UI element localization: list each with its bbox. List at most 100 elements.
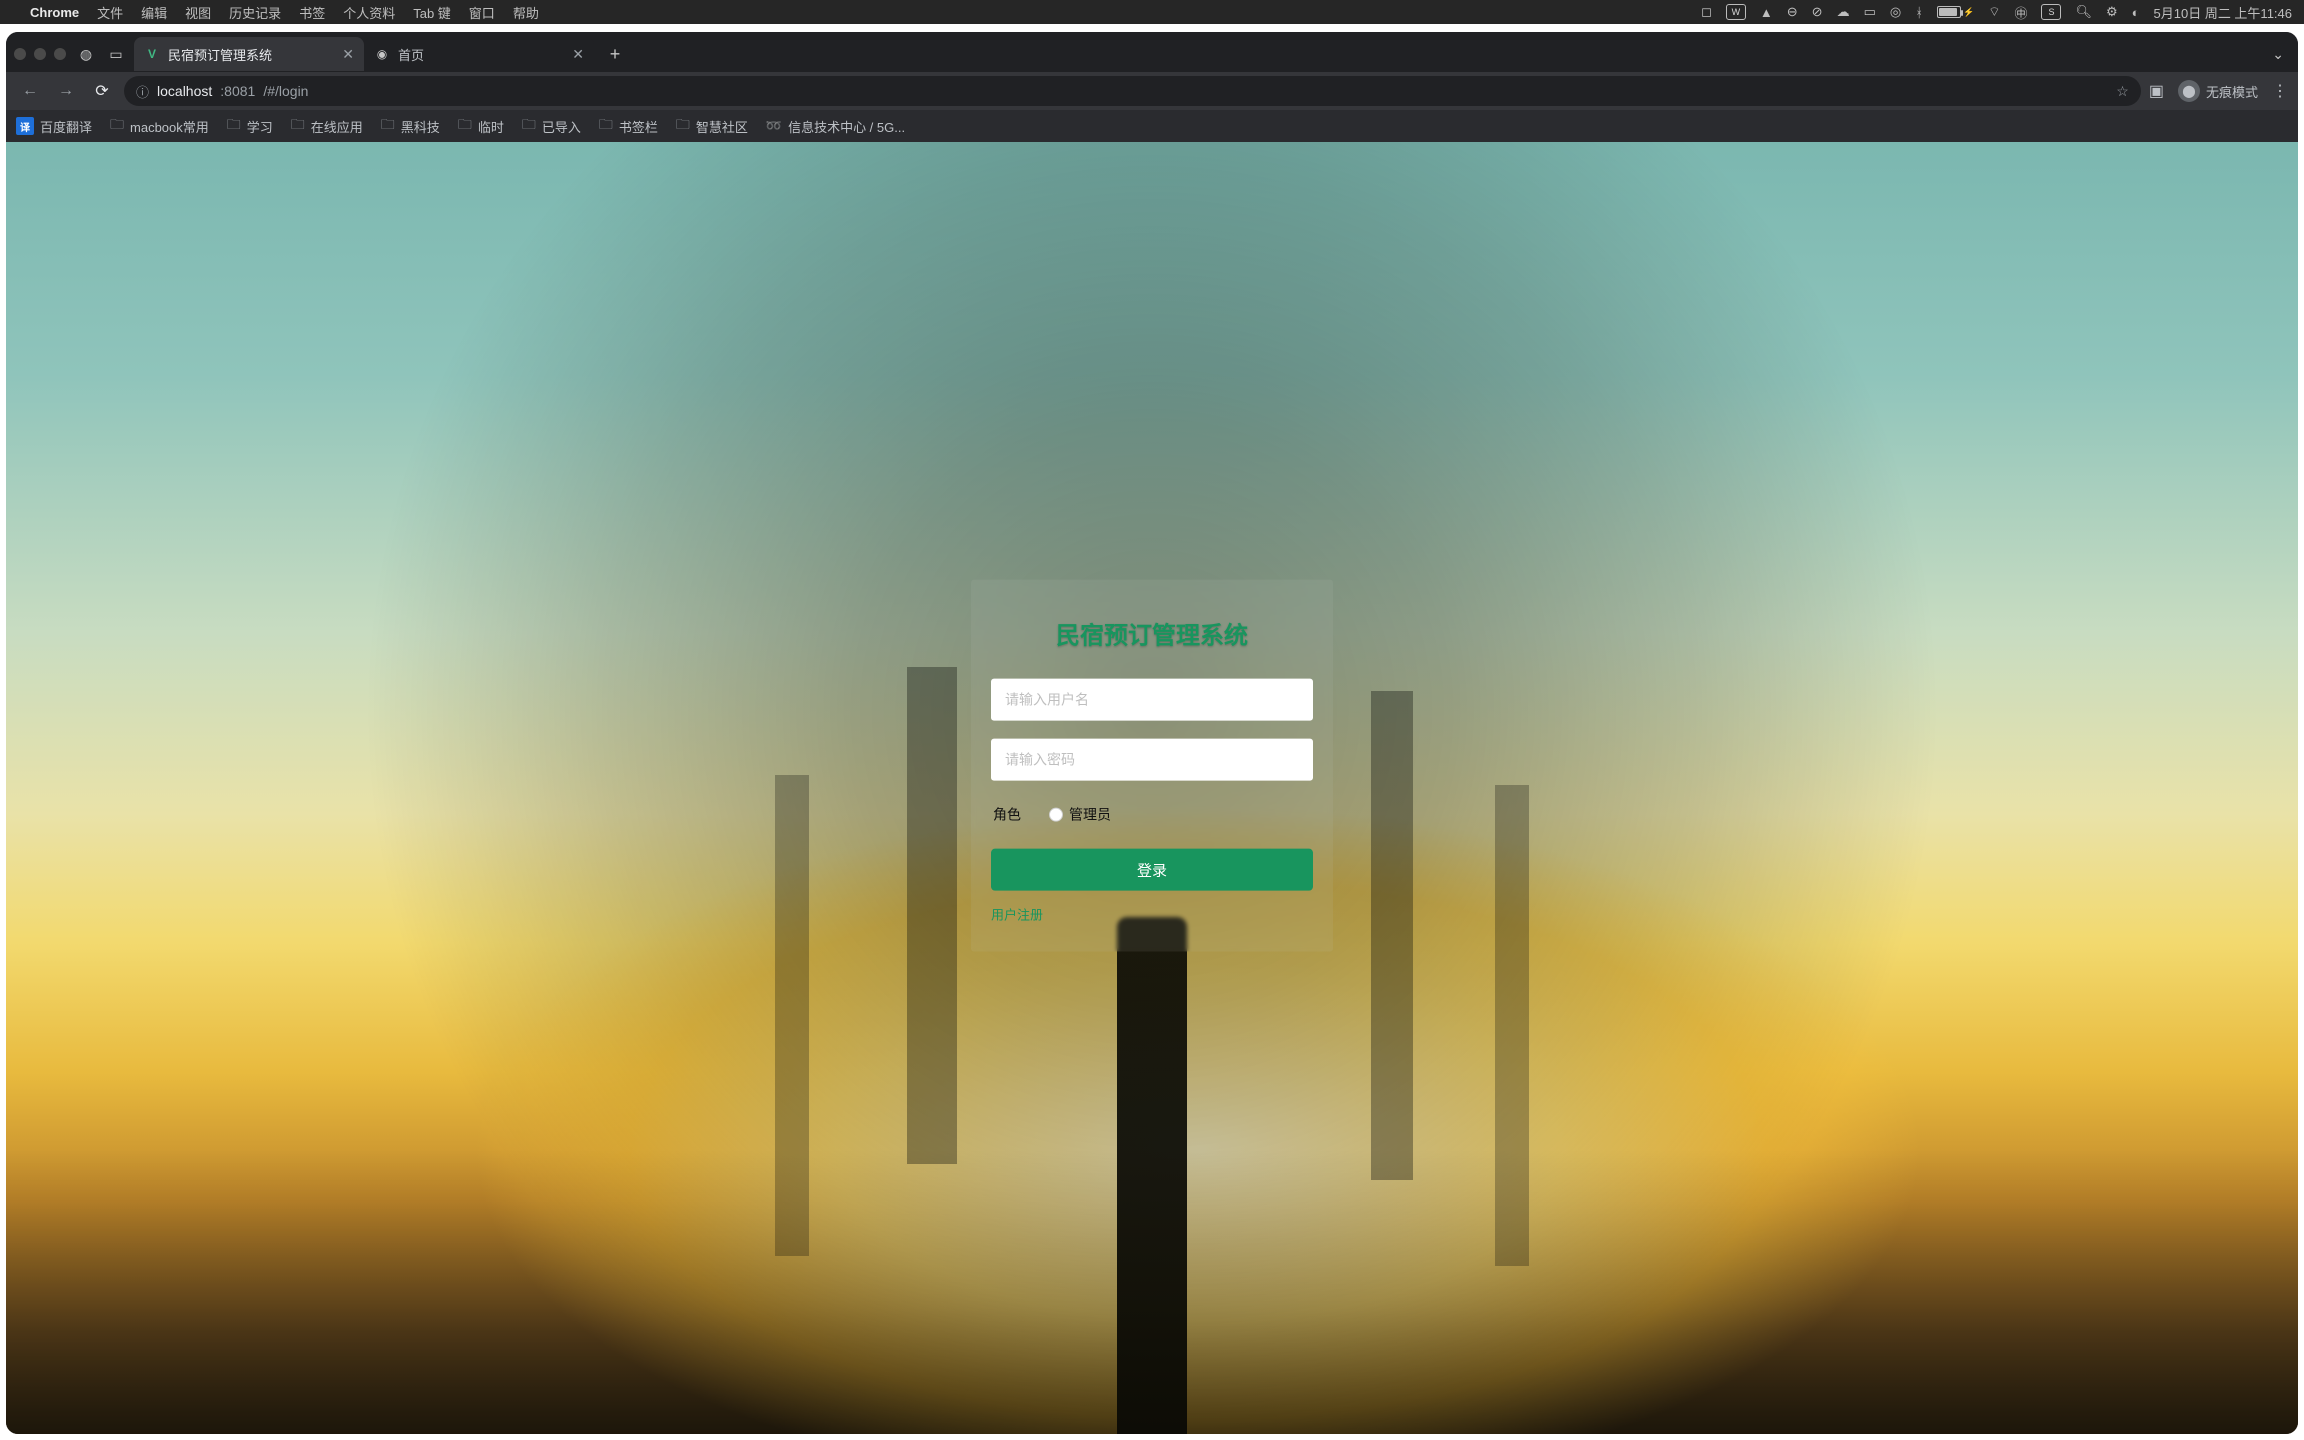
tray-app-icon-1[interactable]: ◻︎ — [1701, 4, 1712, 20]
site-info-icon[interactable]: ⓘ — [136, 82, 149, 101]
menu-file[interactable]: 文件 — [97, 3, 123, 22]
address-port: :8081 — [220, 83, 255, 99]
menu-view[interactable]: 视图 — [185, 3, 211, 22]
bookmark-label: 智慧社区 — [696, 117, 748, 136]
menu-profile[interactable]: 个人资料 — [343, 3, 395, 22]
folder-icon: 🗀 — [599, 114, 613, 138]
tab-strip: ◍ ▭ V 民宿预订管理系统 ✕ ◉ 首页 ✕ + ⌄ — [6, 32, 2298, 72]
nav-reload-button[interactable]: ⟳ — [88, 77, 116, 105]
menubar-app-name[interactable]: Chrome — [30, 5, 79, 20]
tray-app-icon-2[interactable]: W — [1726, 4, 1746, 20]
incognito-indicator[interactable]: ⬤ 无痕模式 — [2178, 80, 2258, 102]
page-viewport: 民宿预订管理系统 角色 管理员 登录 用户注册 — [6, 142, 2298, 1434]
tab-search-icon[interactable]: ▭ — [106, 44, 126, 64]
tray-siri-icon[interactable]: ◐ — [2132, 5, 2140, 20]
tray-app-icon-6[interactable]: ☁︎ — [1837, 4, 1850, 20]
tab-close-button[interactable]: ✕ — [342, 46, 354, 63]
tabs-dropdown-button[interactable]: ⌄ — [2272, 46, 2290, 63]
address-host: localhost — [157, 83, 212, 99]
folder-icon: 🗀 — [522, 114, 536, 138]
bookmark-folder[interactable]: 🗀 智慧社区 — [676, 114, 748, 138]
tray-bluetooth-icon[interactable]: ᚼ — [1915, 5, 1923, 20]
folder-icon: 🗀 — [291, 114, 305, 138]
incognito-icon: ◍ — [76, 44, 96, 64]
window-controls — [14, 48, 66, 60]
bookmarks-bar: 译 百度翻译 🗀macbook常用 🗀学习 🗀在线应用 🗀黑科技 🗀临时 🗀已导… — [6, 110, 2298, 142]
vue-favicon-icon: V — [144, 46, 160, 62]
window-zoom-button[interactable] — [54, 48, 66, 60]
bookmark-label: 黑科技 — [401, 117, 440, 136]
menu-edit[interactable]: 编辑 — [141, 3, 167, 22]
bookmark-link[interactable]: ➿信息技术中心 / 5G... — [766, 117, 905, 136]
side-panel-icon[interactable]: ▣ — [2149, 81, 2164, 101]
bookmark-label: 书签栏 — [619, 117, 658, 136]
folder-icon: 🗀 — [227, 114, 241, 138]
bookmark-item[interactable]: 译 百度翻译 — [16, 117, 92, 136]
menubar-clock[interactable]: 5月10日 周二 上午11:46 — [2154, 3, 2292, 22]
globe-favicon-icon: ◉ — [374, 46, 390, 62]
radio-icon — [1049, 808, 1063, 822]
tray-battery-icon[interactable]: ⚡ — [1937, 6, 1974, 18]
new-tab-button[interactable]: + — [600, 39, 630, 69]
tray-app-icon-4[interactable]: ⊖ — [1787, 4, 1798, 20]
menu-window[interactable]: 窗口 — [469, 3, 495, 22]
address-path: /#/login — [263, 83, 308, 99]
tab-inactive[interactable]: ◉ 首页 ✕ — [364, 37, 594, 71]
window-close-button[interactable] — [14, 48, 26, 60]
bookmark-folder[interactable]: 🗀已导入 — [522, 114, 581, 138]
incognito-label: 无痕模式 — [2206, 82, 2258, 101]
tray-control-center-icon[interactable]: ⚙︎ — [2106, 4, 2118, 20]
login-submit-button[interactable]: 登录 — [991, 849, 1313, 891]
menu-history[interactable]: 历史记录 — [229, 3, 281, 22]
folder-icon: 🗀 — [381, 114, 395, 138]
bookmark-star-icon[interactable]: ☆ — [2116, 83, 2129, 100]
tray-screen-mirror-icon[interactable]: ▭ — [1864, 4, 1876, 20]
tab-title: 民宿预订管理系统 — [168, 45, 272, 64]
bookmark-label: 学习 — [247, 117, 273, 136]
bookmark-folder[interactable]: 🗀 黑科技 — [381, 114, 440, 138]
browser-toolbar: ← → ⟳ ⓘ localhost :8081 /#/login ☆ ▣ ⬤ 无痕模… — [6, 72, 2298, 110]
tray-spotlight-icon[interactable]: 🔍︎ — [2075, 4, 2092, 20]
login-title: 民宿预订管理系统 — [991, 616, 1313, 651]
tray-wifi-icon[interactable]: ⌔ — [1988, 4, 2000, 20]
bookmark-label: 信息技术中心 / 5G... — [788, 117, 905, 136]
tray-app-icon-5[interactable]: ⊘ — [1812, 4, 1823, 20]
nav-forward-button[interactable]: → — [52, 77, 80, 105]
macos-menubar: Chrome 文件 编辑 视图 历史记录 书签 个人资料 Tab 键 窗口 帮助… — [0, 0, 2304, 24]
translate-badge-icon: 译 — [16, 117, 34, 135]
bookmark-folder[interactable]: 🗀临时 — [458, 114, 504, 138]
nav-back-button[interactable]: ← — [16, 77, 44, 105]
bookmark-folder[interactable]: 🗀 学习 — [227, 114, 273, 138]
role-admin-label: 管理员 — [1069, 805, 1111, 825]
bookmark-label: macbook常用 — [130, 117, 209, 136]
background-tree-trunk — [1117, 917, 1187, 1434]
bookmark-folder[interactable]: 🗀 书签栏 — [599, 114, 658, 138]
menu-tab[interactable]: Tab 键 — [413, 3, 451, 22]
tray-airdrop-icon[interactable]: ◎ — [1890, 4, 1901, 20]
window-minimize-button[interactable] — [34, 48, 46, 60]
tray-input-source-icon[interactable]: ㊥ — [2014, 3, 2027, 22]
role-admin-radio[interactable]: 管理员 — [1049, 805, 1111, 825]
tab-active[interactable]: V 民宿预订管理系统 ✕ — [134, 37, 364, 71]
bookmark-folder[interactable]: 🗀 macbook常用 — [110, 114, 209, 138]
tray-app-icon-3[interactable]: ▲ — [1760, 5, 1773, 20]
role-row: 角色 管理员 — [993, 805, 1313, 825]
address-bar[interactable]: ⓘ localhost :8081 /#/login ☆ — [124, 76, 2141, 106]
bookmark-label: 在线应用 — [311, 117, 363, 136]
role-label: 角色 — [993, 805, 1021, 825]
tab-close-button[interactable]: ✕ — [572, 46, 584, 63]
password-input[interactable] — [991, 739, 1313, 781]
bookmark-label: 临时 — [478, 117, 504, 136]
incognito-mask-icon: ⬤ — [2178, 80, 2200, 102]
login-panel: 民宿预订管理系统 角色 管理员 登录 用户注册 — [971, 580, 1333, 952]
register-link[interactable]: 用户注册 — [991, 905, 1313, 924]
folder-icon: 🗀 — [676, 114, 690, 138]
bookmark-label: 百度翻译 — [40, 117, 92, 136]
username-input[interactable] — [991, 679, 1313, 721]
tray-app-icon-7[interactable]: S — [2041, 4, 2061, 20]
menu-help[interactable]: 帮助 — [513, 3, 539, 22]
menu-bookmarks[interactable]: 书签 — [299, 3, 325, 22]
chrome-menu-button[interactable]: ⋮ — [2272, 81, 2288, 101]
folder-icon: 🗀 — [110, 114, 124, 138]
bookmark-folder[interactable]: 🗀 在线应用 — [291, 114, 363, 138]
